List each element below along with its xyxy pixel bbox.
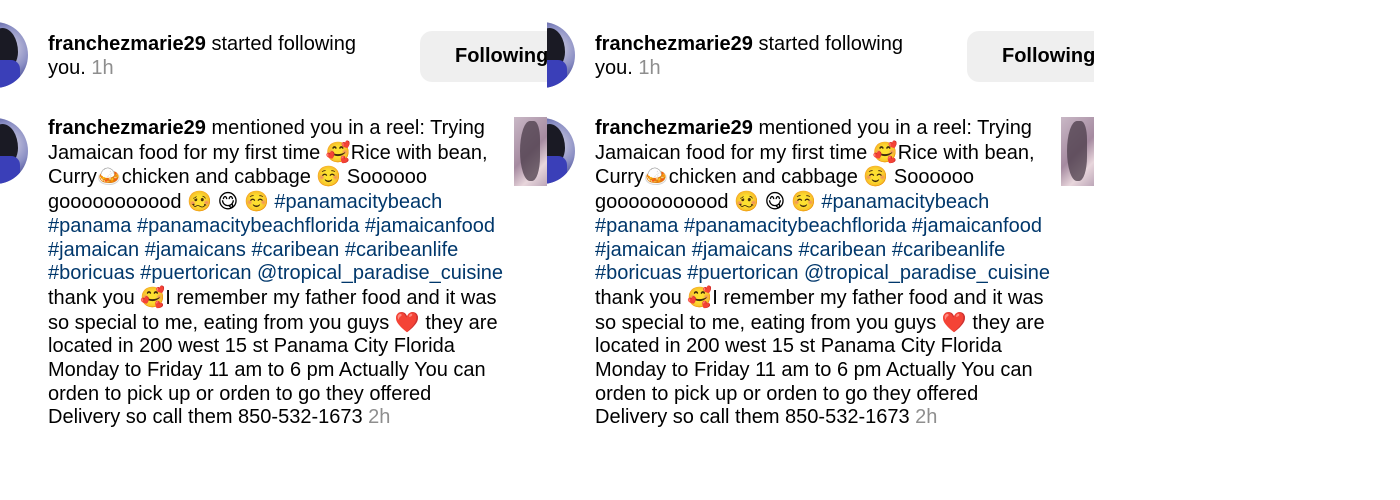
relieved-emoji: ☺️ [863, 164, 889, 189]
following-button[interactable]: Following [420, 31, 547, 82]
username-link[interactable]: franchezmarie29 [48, 117, 206, 139]
mention-notification-text: franchezmarie29 mentioned you in a reel:… [48, 117, 508, 430]
mention-link[interactable]: @tropical_paradise_cuisine [804, 262, 1050, 284]
notification-time: 1h [91, 56, 114, 79]
mention-notification-text: franchezmarie29 mentioned you in a reel:… [595, 117, 1055, 430]
smiling-hearts-emoji: 🥰 [325, 139, 351, 164]
avatar-dress [0, 60, 20, 88]
notifications-panel-left: franchezmarie29 started following you. 1… [0, 0, 547, 500]
yum-emoji: 😋 [217, 189, 239, 214]
caption-text: chicken and cabbage [121, 166, 311, 189]
curry-emoji: 🍛 [96, 164, 122, 189]
avatar[interactable] [547, 118, 575, 184]
notifications-panel-right: franchezmarie29 started following you. 1… [547, 0, 1094, 500]
caption-text: thank you [48, 286, 135, 309]
notification-time: 2h [368, 406, 391, 429]
username-link[interactable]: franchezmarie29 [48, 33, 206, 55]
relieved-emoji: ☺️ [316, 164, 342, 189]
notification-time: 1h [638, 56, 661, 79]
smiling-hearts-emoji: 🥰 [872, 139, 898, 164]
avatar-dress [547, 156, 567, 184]
thumbnail-figure [520, 121, 540, 181]
relieved-emoji: ☺️ [790, 189, 816, 214]
notification-action: mentioned you in a reel: [758, 117, 972, 139]
reel-thumbnail[interactable] [1061, 117, 1094, 186]
follow-notification-text: franchezmarie29 started following you. 1… [595, 33, 945, 80]
avatar[interactable] [0, 22, 28, 88]
follow-notification-text: franchezmarie29 started following you. 1… [48, 33, 398, 80]
caption-text: thank you [595, 286, 682, 309]
thumbnail-figure [1067, 121, 1087, 181]
smiling-hearts-emoji: 🥰 [140, 284, 166, 309]
username-link[interactable]: franchezmarie29 [595, 33, 753, 55]
following-button[interactable]: Following [967, 31, 1094, 82]
woozy-emoji: 🥴 [187, 189, 212, 214]
avatar[interactable] [0, 118, 28, 184]
avatar-dress [547, 60, 567, 88]
mention-link[interactable]: @tropical_paradise_cuisine [257, 262, 503, 284]
notification-action: mentioned you in a reel: [211, 117, 425, 139]
woozy-emoji: 🥴 [734, 189, 759, 214]
heart-emoji: ❤️ [941, 309, 967, 334]
avatar-dress [0, 156, 20, 184]
caption-text: chicken and cabbage [668, 166, 858, 189]
username-link[interactable]: franchezmarie29 [595, 117, 753, 139]
notification-time: 2h [915, 406, 938, 429]
smiling-hearts-emoji: 🥰 [687, 284, 713, 309]
curry-emoji: 🍛 [643, 164, 669, 189]
avatar[interactable] [547, 22, 575, 88]
reel-thumbnail[interactable] [514, 117, 547, 186]
yum-emoji: 😋 [764, 189, 786, 214]
relieved-emoji: ☺️ [243, 189, 269, 214]
heart-emoji: ❤️ [394, 309, 420, 334]
